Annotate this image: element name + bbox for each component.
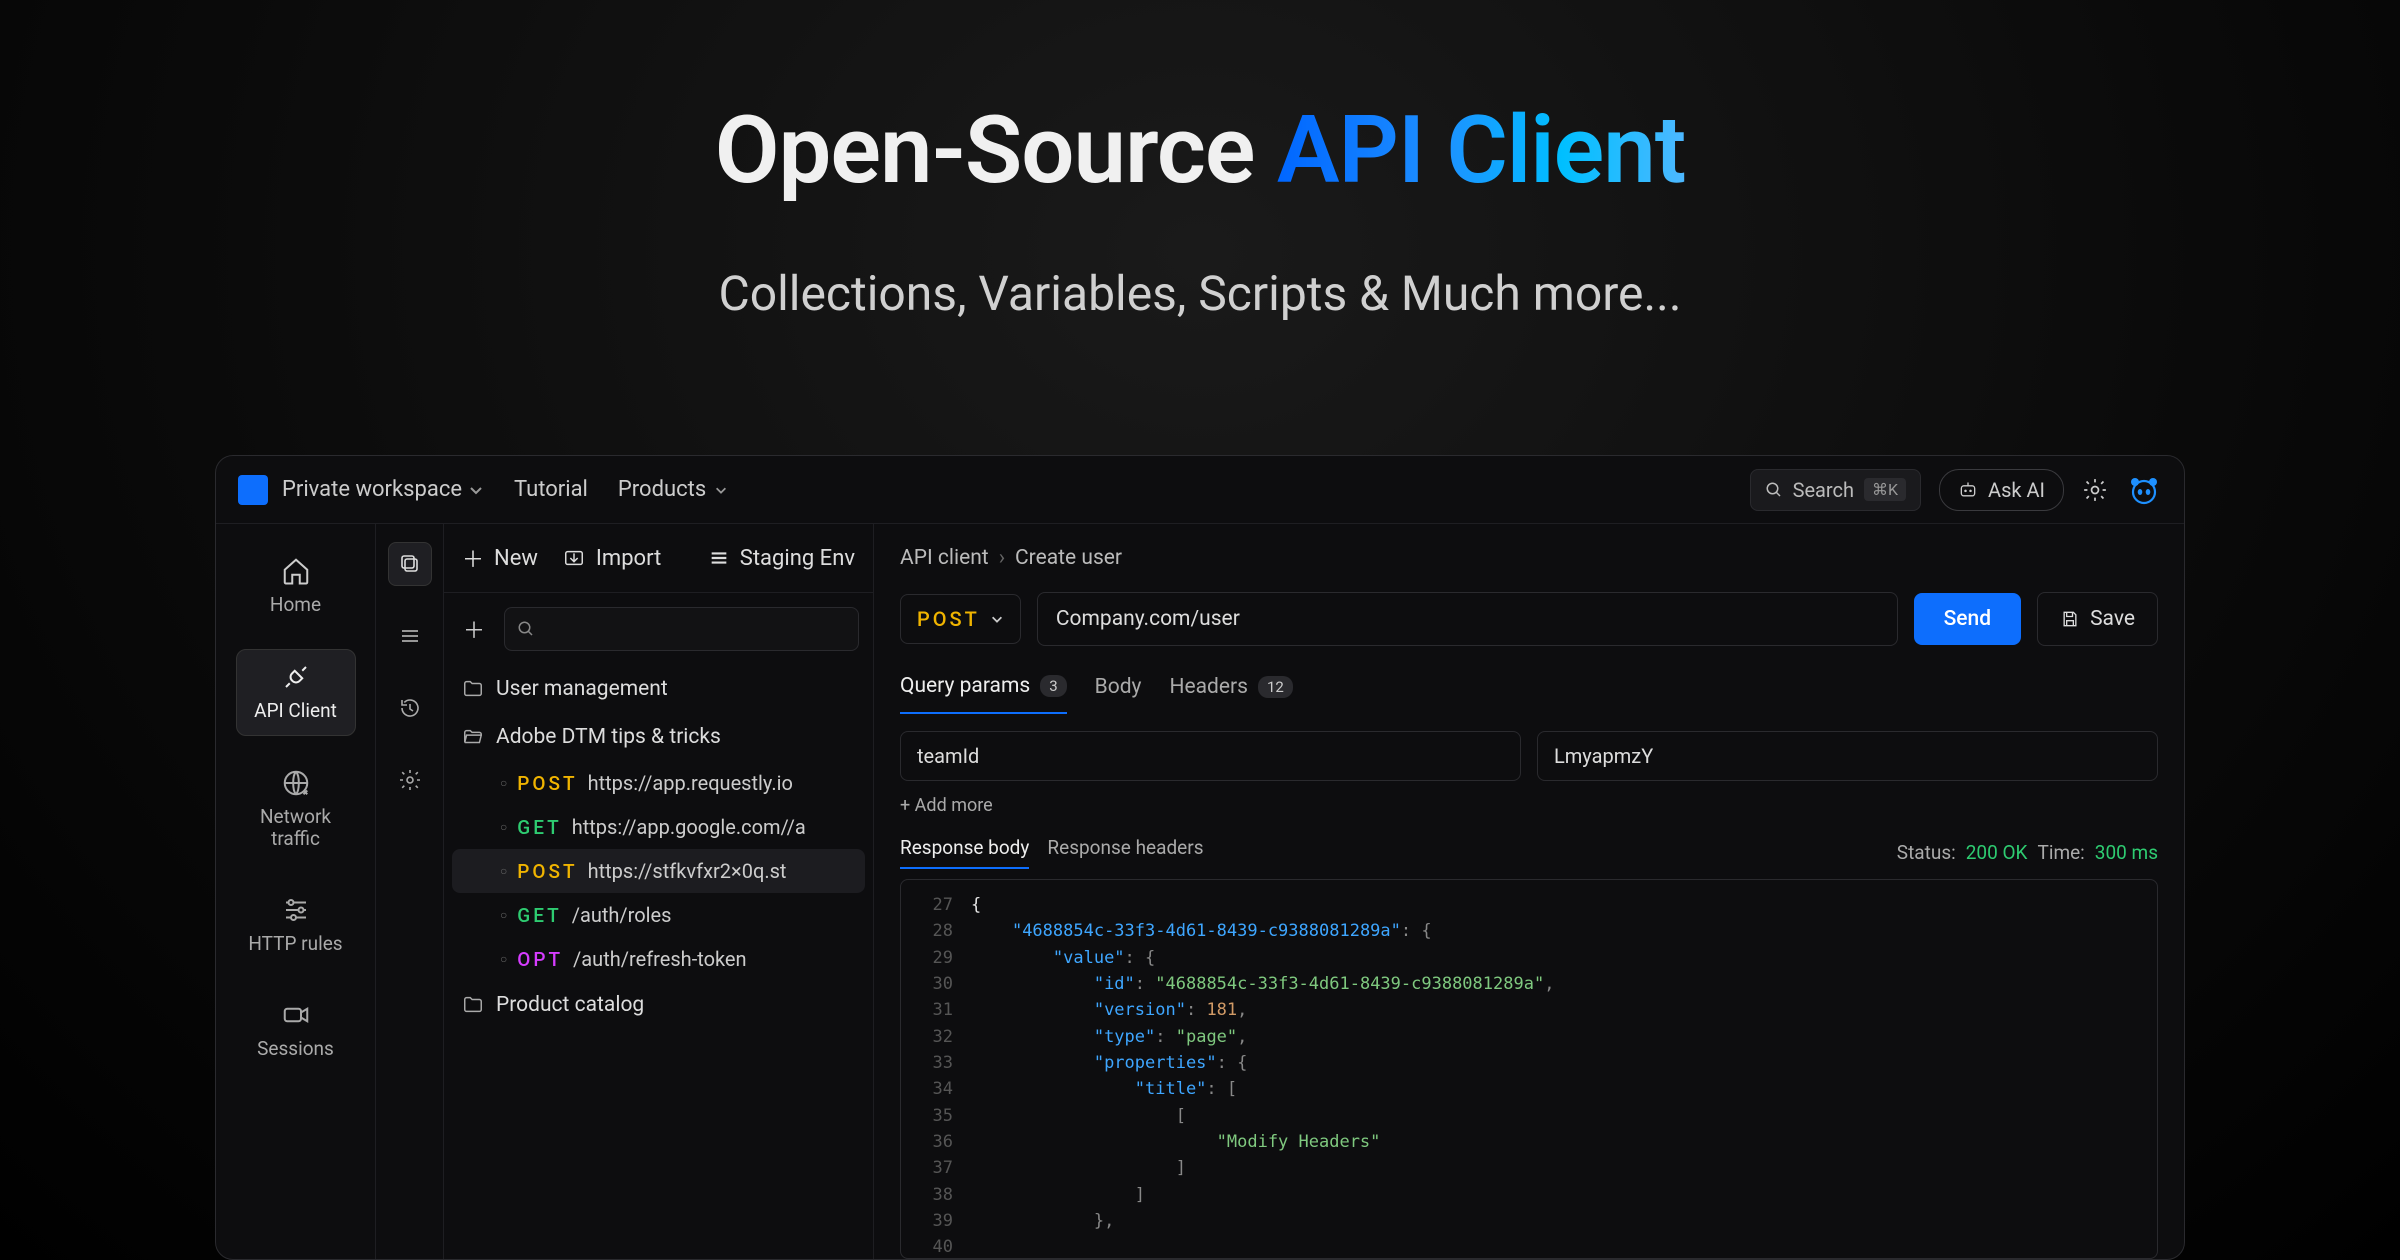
- settings-icon[interactable]: [388, 758, 432, 802]
- badge: 12: [1258, 676, 1293, 698]
- folder-user-management[interactable]: User management: [444, 665, 873, 713]
- request-tree: User management Adobe DTM tips & tricks …: [444, 651, 873, 1043]
- request-url: /auth/refresh-token: [573, 947, 747, 971]
- main-panel: API client › Create user POST Company.co…: [874, 524, 2184, 1259]
- chevron-down-icon[interactable]: [468, 482, 484, 498]
- breadcrumb-root[interactable]: API client: [900, 546, 989, 570]
- url-input[interactable]: Company.com/user: [1037, 592, 1898, 646]
- response-body[interactable]: 27{28 "4688854c-33f3-4d61-8439-c93880812…: [900, 879, 2158, 1259]
- hero: Open-Source API Client Collections, Vari…: [0, 0, 2400, 322]
- import-button[interactable]: Import: [562, 546, 661, 571]
- sidebar: ＋ New Import Staging Env ＋: [444, 524, 874, 1259]
- tab-query-params[interactable]: Query params3: [900, 668, 1067, 714]
- send-button[interactable]: Send: [1914, 593, 2022, 645]
- method-selector[interactable]: POST: [900, 594, 1021, 644]
- nav-sessions[interactable]: Sessions: [236, 988, 356, 1073]
- resp-tab-response-headers[interactable]: Response headers: [1047, 836, 1203, 869]
- folder-icon: [462, 678, 484, 700]
- request-item[interactable]: ○POSThttps://stfkvfxr2×0q.st: [452, 849, 865, 893]
- request-item[interactable]: ○GEThttps://app.google.com//a: [452, 805, 865, 849]
- chevron-down-icon: [990, 612, 1004, 626]
- badge: 3: [1040, 675, 1066, 697]
- search-shortcut: ⌘K: [1864, 478, 1906, 501]
- request-url: https://app.requestly.io: [588, 771, 793, 795]
- method-badge: GET: [517, 904, 561, 927]
- menu-icon[interactable]: [388, 614, 432, 658]
- collections-icon[interactable]: [388, 542, 432, 586]
- save-button[interactable]: Save: [2037, 592, 2158, 646]
- add-request-button[interactable]: ＋: [458, 613, 490, 645]
- search-icon: [1765, 481, 1783, 499]
- add-more-button[interactable]: + Add more: [874, 781, 2184, 830]
- request-item[interactable]: ○POSThttps://app.requestly.io: [452, 761, 865, 805]
- request-url: https://app.google.com//a: [572, 815, 806, 839]
- param-value-input[interactable]: LmyapmzY: [1537, 731, 2158, 781]
- workspace-logo[interactable]: [238, 475, 268, 505]
- nav-rail: Home API Client Network traffic HTTP rul…: [216, 524, 376, 1259]
- env-selector[interactable]: Staging Env: [708, 546, 855, 571]
- nav-network-traffic[interactable]: Network traffic: [236, 756, 356, 864]
- chevron-right-icon: ›: [999, 546, 1005, 570]
- globe-icon: [281, 768, 311, 798]
- response-tabs: Response body Response headers Status: 20…: [874, 830, 2184, 879]
- chevron-down-icon: [714, 483, 728, 497]
- plus-icon: ＋: [462, 542, 484, 574]
- history-icon[interactable]: [388, 686, 432, 730]
- request-url: /auth/roles: [572, 903, 672, 927]
- folder-adobe-dtm[interactable]: Adobe DTM tips & tricks: [444, 713, 873, 761]
- bot-icon: [1958, 480, 1978, 500]
- response-status: Status: 200 OK Time: 300 ms: [1897, 841, 2158, 864]
- gear-icon[interactable]: [2082, 477, 2108, 503]
- tab-body[interactable]: Body: [1095, 669, 1142, 713]
- nav-api-client[interactable]: API Client: [236, 649, 356, 736]
- ask-ai-button[interactable]: Ask AI: [1939, 469, 2064, 511]
- param-key-input[interactable]: teamId: [900, 731, 1521, 781]
- method-badge: POST: [517, 772, 577, 795]
- request-url: https://stfkvfxr2×0q.st: [588, 859, 787, 883]
- hero-subtitle: Collections, Variables, Scripts & Much m…: [0, 265, 2400, 322]
- search-icon: [517, 620, 535, 638]
- request-tabs: Query params3 Body Headers12: [874, 668, 2184, 715]
- video-icon: [281, 1000, 311, 1030]
- sliders-icon: [281, 895, 311, 925]
- folder-open-icon: [462, 726, 484, 748]
- collection-rail: [376, 524, 444, 1259]
- search-button[interactable]: Search ⌘K: [1750, 469, 1921, 511]
- resp-tab-response-body[interactable]: Response body: [900, 836, 1029, 869]
- home-icon: [281, 556, 311, 586]
- plug-icon: [281, 662, 311, 692]
- top-link-products[interactable]: Products: [618, 477, 728, 502]
- folder-icon: [462, 994, 484, 1016]
- hero-title: Open-Source API Client: [0, 95, 2400, 205]
- workspace-name[interactable]: Private workspace: [282, 477, 462, 502]
- app-window: Private workspace Tutorial Products Sear…: [215, 455, 2185, 1260]
- method-badge: GET: [517, 816, 561, 839]
- import-icon: [562, 547, 586, 569]
- method-badge: OPT: [517, 948, 563, 971]
- tab-headers[interactable]: Headers12: [1170, 669, 1293, 713]
- top-link-tutorial[interactable]: Tutorial: [514, 477, 588, 502]
- breadcrumb-current: Create user: [1015, 546, 1122, 570]
- request-item[interactable]: ○OPT/auth/refresh-token: [452, 937, 865, 981]
- layers-icon: [708, 547, 730, 569]
- panda-icon[interactable]: [2126, 472, 2162, 508]
- new-button[interactable]: ＋ New: [462, 542, 538, 574]
- folder-product-catalog[interactable]: Product catalog: [444, 981, 873, 1029]
- request-item[interactable]: ○GET/auth/roles: [452, 893, 865, 937]
- breadcrumb: API client › Create user: [874, 524, 2184, 570]
- save-icon: [2060, 609, 2080, 629]
- nav-home[interactable]: Home: [236, 544, 356, 629]
- filter-input[interactable]: [504, 607, 859, 651]
- nav-http-rules[interactable]: HTTP rules: [236, 883, 356, 968]
- method-badge: POST: [517, 860, 577, 883]
- topbar: Private workspace Tutorial Products Sear…: [216, 456, 2184, 524]
